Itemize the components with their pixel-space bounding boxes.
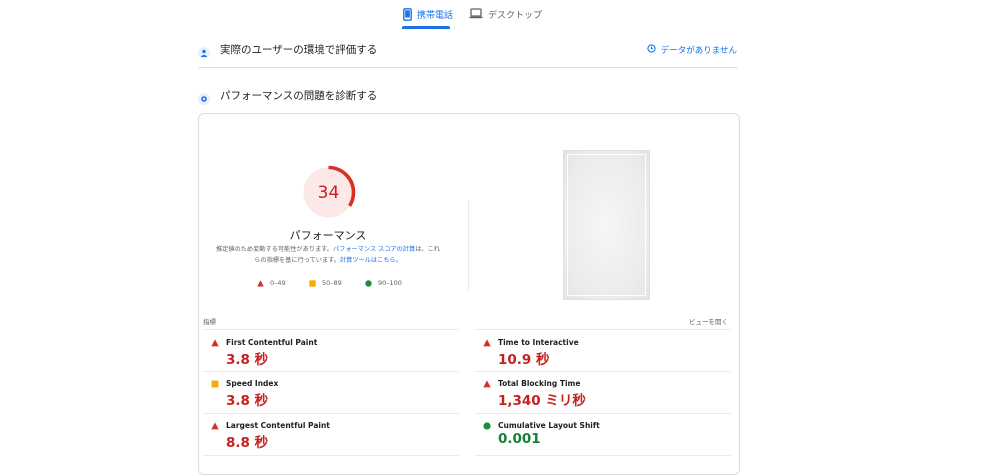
clock-icon: [647, 44, 656, 56]
performance-score: 34: [317, 182, 340, 203]
people-icon: [198, 44, 210, 59]
metric-row-divider: [203, 455, 459, 456]
metrics-header: 指標: [203, 318, 216, 326]
phone-icon: [403, 8, 412, 21]
metric-value: 8.8 秒: [226, 435, 269, 451]
lab-icon: [198, 90, 210, 105]
metric-name: Total Blocking Time: [498, 379, 581, 388]
no-data-label: データがありません: [660, 46, 737, 56]
metric-value: 10.9 秒: [498, 352, 550, 368]
metric-name: Time to Interactive: [498, 338, 579, 347]
lab-data-title: パフォーマンスの問題を診断する: [220, 90, 378, 102]
metric-row-divider: [475, 455, 731, 456]
metrics-divider-right: [475, 329, 731, 330]
vertical-separator: [468, 200, 469, 290]
metric-row-divider: [475, 413, 731, 414]
section-divider: [198, 67, 738, 68]
legend-pass-range: 90–100: [378, 279, 402, 287]
metric-value: 0.001: [498, 431, 541, 447]
tab-desktop-label: デスクトップ: [488, 11, 543, 21]
metric-value: 1,340 ミリ秒: [498, 393, 586, 409]
metrics-divider-left: [203, 329, 459, 330]
page-screenshot-thumbnail[interactable]: [563, 150, 650, 300]
laptop-icon: [469, 8, 483, 19]
square-icon: [309, 279, 316, 287]
metric-value: 3.8 秒: [226, 393, 269, 409]
square-icon: [211, 380, 219, 388]
lab-data-section: パフォーマンスの問題を診断する: [198, 88, 738, 105]
metric-name: Speed Index: [226, 379, 279, 388]
tab-mobile-label: 携帯電話: [417, 11, 454, 21]
performance-label: パフォーマンス: [289, 229, 367, 242]
circle-icon: [483, 422, 491, 430]
triangle-icon: [483, 339, 491, 347]
legend-fail-range: 0–49: [270, 279, 286, 287]
metric-name: Cumulative Layout Shift: [498, 421, 600, 430]
expand-view-link[interactable]: ビューを開く: [689, 316, 728, 326]
metric-row-divider: [203, 413, 459, 414]
triangle-icon: [257, 279, 264, 286]
triangle-icon: [211, 339, 219, 347]
active-tab-indicator: [402, 26, 450, 29]
note-text-1: 推定値のため変動する可能性があります。: [216, 246, 333, 253]
legend-fail: 0–49: [257, 279, 286, 287]
triangle-icon: [211, 422, 219, 430]
legend-average: 50–89: [309, 279, 342, 287]
metric-name: Largest Contentful Paint: [226, 421, 330, 430]
circle-icon: [365, 279, 372, 287]
field-data-title: 実際のユーザーの環境で評価する: [220, 44, 378, 56]
score-note: 推定値のため変動する可能性があります。パフォーマンス スコアの計算は、これらの指…: [215, 245, 441, 266]
no-data-link[interactable]: データがありません: [647, 44, 737, 56]
metric-name: First Contentful Paint: [226, 338, 318, 347]
triangle-icon: [483, 380, 491, 388]
metric-row-divider: [475, 371, 731, 372]
metric-row-divider: [203, 371, 459, 372]
device-tabs: 携帯電話 デスクトップ: [0, 0, 1000, 30]
legend-average-range: 50–89: [322, 279, 342, 287]
metric-value: 3.8 秒: [226, 352, 269, 368]
legend-pass: 90–100: [365, 279, 402, 287]
calculator-link[interactable]: 計算ツールはこちら。: [340, 257, 402, 264]
score-calculation-link[interactable]: パフォーマンス スコアの計算: [333, 246, 415, 253]
tab-desktop[interactable]: デスクトップ: [469, 8, 542, 30]
